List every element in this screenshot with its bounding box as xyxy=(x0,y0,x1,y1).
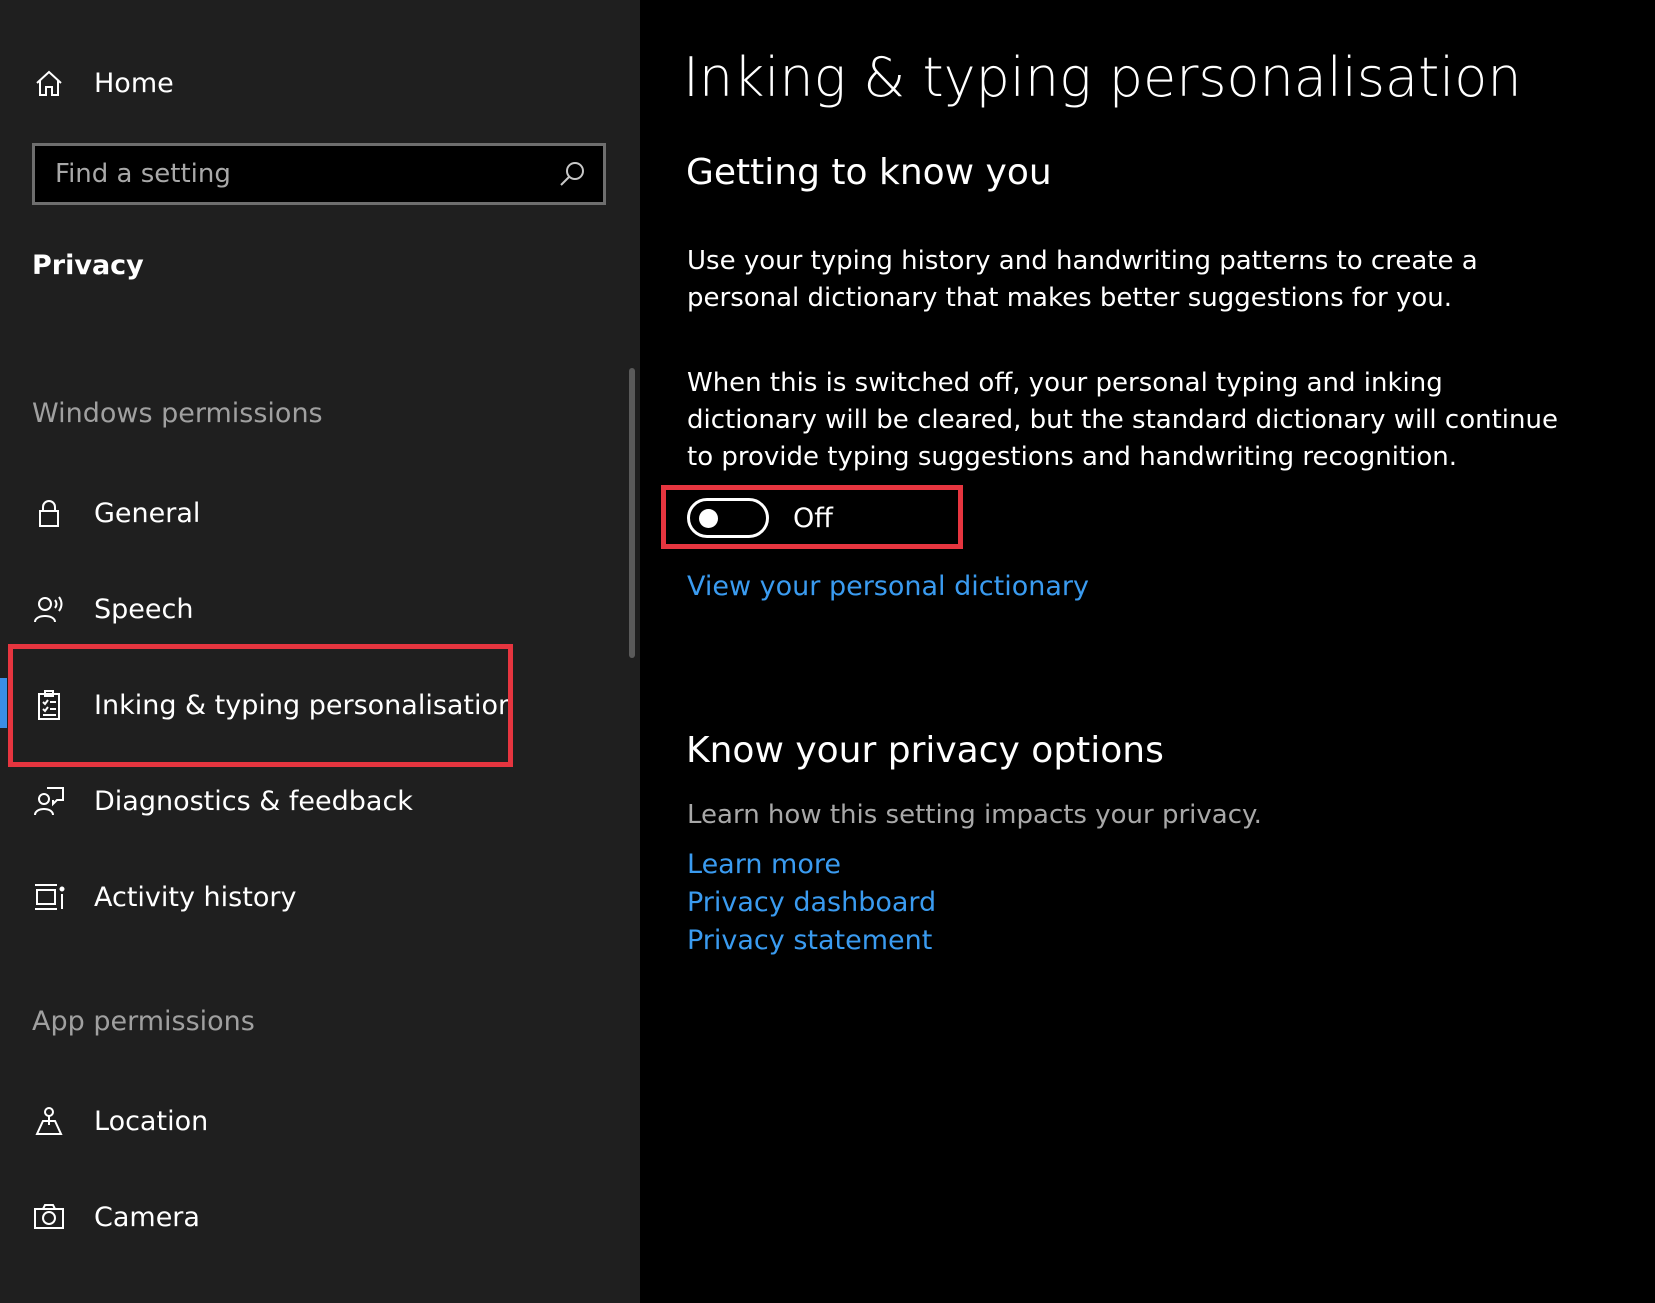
privacy-options-description: Learn how this setting impacts your priv… xyxy=(687,800,1262,830)
diagnostics-feedback-icon xyxy=(30,782,68,820)
search-input[interactable] xyxy=(35,158,557,190)
search-box[interactable] xyxy=(32,143,606,205)
toggle-knob xyxy=(699,509,718,528)
privacy-statement-link[interactable]: Privacy statement xyxy=(687,925,932,956)
sidebar-item-label: Location xyxy=(94,1105,209,1137)
home-icon xyxy=(30,64,68,102)
getting-to-know-note: When this is switched off, your personal… xyxy=(687,368,1558,472)
view-dictionary-link[interactable]: View your personal dictionary xyxy=(687,571,1089,602)
sidebar: Home Privacy Windows permissions General xyxy=(0,0,640,1303)
sidebar-item-label: Camera xyxy=(94,1201,200,1233)
speech-icon xyxy=(30,590,68,628)
lock-icon xyxy=(30,494,68,532)
sidebar-item-general[interactable]: General xyxy=(30,483,590,543)
learn-more-link[interactable]: Learn more xyxy=(687,849,841,880)
sidebar-item-diagnostics[interactable]: Diagnostics & feedback xyxy=(30,771,590,831)
location-icon xyxy=(30,1102,68,1140)
toggle-switch[interactable] xyxy=(687,498,769,538)
sidebar-item-label: General xyxy=(94,497,201,529)
sidebar-item-label: Diagnostics & feedback xyxy=(94,785,413,817)
app-permissions-label: App permissions xyxy=(32,1006,255,1037)
sidebar-item-speech[interactable]: Speech xyxy=(30,579,590,639)
nav-home-label: Home xyxy=(94,67,174,99)
nav-home[interactable]: Home xyxy=(30,60,590,106)
camera-icon xyxy=(30,1198,68,1236)
sidebar-scrollbar[interactable] xyxy=(629,368,635,658)
sidebar-item-label: Speech xyxy=(94,593,194,625)
privacy-dashboard-link[interactable]: Privacy dashboard xyxy=(687,887,936,918)
main-content: Inking & typing personalisation Getting … xyxy=(640,0,1655,1303)
clipboard-checklist-icon xyxy=(30,686,68,724)
sidebar-item-location[interactable]: Location xyxy=(30,1091,590,1151)
personal-dictionary-toggle[interactable]: Off xyxy=(687,494,833,542)
selected-indicator xyxy=(0,678,7,728)
windows-permissions-label: Windows permissions xyxy=(32,398,323,429)
getting-to-know-heading: Getting to know you xyxy=(686,152,1052,193)
search-icon[interactable] xyxy=(557,159,587,189)
sidebar-item-inking-typing[interactable]: Inking & typing personalisation xyxy=(30,675,590,735)
privacy-options-heading: Know your privacy options xyxy=(686,730,1164,771)
sidebar-item-label: Activity history xyxy=(94,881,297,913)
activity-history-icon xyxy=(30,878,68,916)
toggle-state-label: Off xyxy=(793,502,833,534)
sidebar-item-activity-history[interactable]: Activity history xyxy=(30,867,590,927)
sidebar-item-camera[interactable]: Camera xyxy=(30,1187,590,1247)
sidebar-item-label: Inking & typing personalisation xyxy=(94,689,516,721)
section-title: Privacy xyxy=(32,250,144,281)
getting-to-know-description: Use your typing history and handwriting … xyxy=(687,246,1478,313)
page-title: Inking & typing personalisation xyxy=(683,46,1522,109)
